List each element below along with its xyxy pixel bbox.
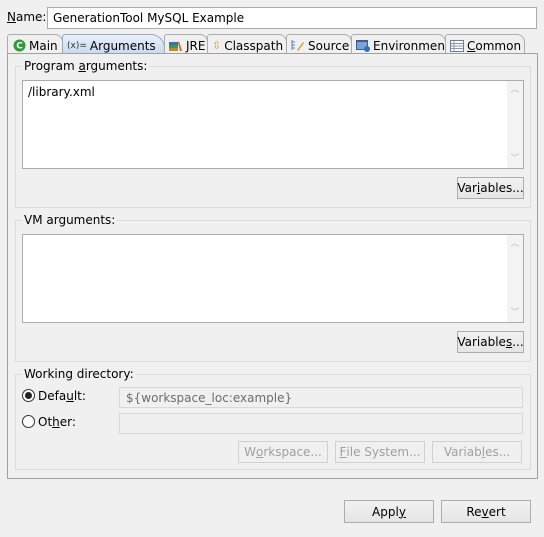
name-input[interactable]: GenerationTool MySQL Example [47, 7, 537, 29]
vm-arguments-label: VM arguments: [22, 213, 118, 227]
revert-button[interactable]: Re v ert [441, 500, 531, 523]
program-arguments-label: Program arguments: [22, 59, 150, 73]
other-radio[interactable] [22, 415, 35, 428]
working-dir-variables-button[interactable]: Variab l es... [432, 441, 522, 463]
vm-variables-button[interactable]: Variable s... [457, 331, 524, 353]
chevron-down-icon[interactable]: ﹀ [507, 306, 523, 320]
arguments-icon: (x)= [67, 40, 87, 51]
chevron-down-icon[interactable]: ﹀ [507, 152, 523, 166]
program-arguments-group: Program arguments: /library.xml ︿ ﹀ Var i… [15, 59, 531, 208]
tab-jre-label: JRE [186, 38, 206, 53]
tab-source-label: Source [308, 38, 350, 53]
common-icon [450, 39, 464, 53]
chevron-up-icon[interactable]: ︿ [507, 83, 523, 97]
program-arguments-scrollbar[interactable]: ︿ ﹀ [507, 81, 523, 168]
vm-arguments-scrollbar[interactable]: ︿ ﹀ [507, 235, 523, 322]
main-launch-icon: C [12, 39, 26, 53]
tab-environment[interactable]: Environment [351, 34, 450, 54]
tab-arguments-label: Arguments [89, 38, 156, 53]
chevron-up-icon[interactable]: ︿ [507, 237, 523, 251]
working-directory-group: Working directory: Default: ${workspace_… [15, 367, 531, 470]
vm-arguments-group: VM arguments: ︿ ﹀ Variable s... [15, 213, 531, 362]
apply-button[interactable]: Appl y [344, 500, 434, 523]
jre-library-icon [169, 39, 183, 53]
vm-arguments-textarea[interactable]: ︿ ﹀ [22, 234, 524, 323]
name-label: Name: [7, 10, 47, 24]
tab-environment-label: Environment [373, 38, 450, 53]
tab-main-label: Main [29, 38, 58, 53]
file-system-button[interactable]: File System... [335, 441, 425, 463]
default-radio[interactable] [22, 389, 35, 402]
tab-arguments[interactable]: (x)= Arguments [62, 34, 165, 54]
tab-main[interactable]: C Main [7, 34, 63, 54]
default-radio-label[interactable]: Default: [38, 389, 86, 403]
default-directory-field: ${workspace_loc:example} [119, 387, 523, 408]
svg-text:C: C [16, 42, 23, 52]
tab-common-label: Common [467, 38, 522, 53]
tab-classpath-label: Classpath [224, 38, 284, 53]
tab-strip: C Main (x)= Arguments JRE ⇳ Classpath So… [7, 34, 537, 54]
other-directory-field[interactable] [119, 413, 523, 434]
tab-classpath[interactable]: ⇳ Classpath [207, 34, 287, 54]
classpath-icon: ⇳ [212, 39, 222, 52]
working-directory-label: Working directory: [22, 367, 136, 381]
workspace-button[interactable]: Wo rkspace... [238, 441, 328, 463]
program-variables-button[interactable]: Var i ables... [457, 177, 524, 199]
program-arguments-textarea[interactable]: /library.xml ︿ ﹀ [22, 80, 524, 169]
tab-common[interactable]: Common [445, 34, 525, 54]
environment-icon [356, 39, 370, 53]
other-radio-label[interactable]: Other: [38, 415, 76, 429]
arguments-tab-panel: Program arguments: /library.xml ︿ ﹀ Var i… [7, 53, 538, 479]
tab-source[interactable]: Source [286, 34, 352, 54]
tab-jre[interactable]: JRE [164, 34, 208, 54]
source-icon [291, 39, 305, 53]
program-arguments-value: /library.xml [28, 85, 95, 99]
